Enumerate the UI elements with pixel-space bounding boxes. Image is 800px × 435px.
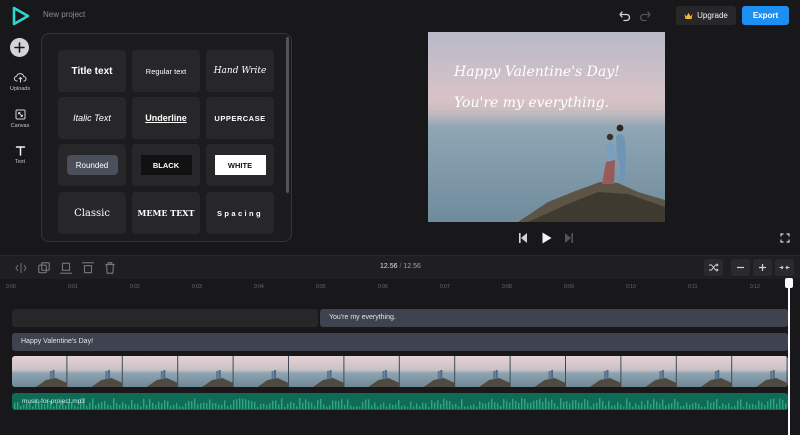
ruler-tick: 0:00 <box>6 284 16 290</box>
ruler-tick: 0:03 <box>192 284 202 290</box>
text-clip-happy-valentines[interactable]: Happy Valentine's Day! <box>12 333 788 351</box>
ruler-tick: 0:02 <box>130 284 140 290</box>
video-preview[interactable]: Happy Valentine's Day! You're my everyth… <box>428 32 665 222</box>
preset-uppercase[interactable]: UPPERCASE <box>206 97 274 139</box>
time-separator: / <box>399 263 402 270</box>
preset-label: WHITE <box>214 155 266 175</box>
upgrade-label: Upgrade <box>697 11 728 20</box>
video-clip[interactable] <box>12 356 788 387</box>
total-time: 12.56 <box>403 263 421 270</box>
video-thumbnails <box>12 356 788 387</box>
ruler-tick: 0:11 <box>688 284 698 290</box>
upload-cloud-icon <box>13 73 27 83</box>
audio-waveform <box>14 398 787 409</box>
project-title[interactable]: New project <box>43 10 85 19</box>
fullscreen-icon[interactable] <box>780 233 790 243</box>
duplicate-icon[interactable] <box>37 261 51 275</box>
align-top-icon[interactable] <box>81 261 95 275</box>
panel-scrollbar[interactable] <box>286 37 289 193</box>
sidebar-item-uploads[interactable]: Uploads <box>2 72 38 92</box>
playhead-handle[interactable] <box>785 278 793 288</box>
canvas-icon <box>15 109 25 120</box>
preset-label: Underline <box>145 113 187 123</box>
preset-spacing[interactable]: Spacing <box>206 192 274 234</box>
playhead[interactable] <box>788 280 790 435</box>
preset-underline[interactable]: Underline <box>132 97 200 139</box>
sidebar-item-label: Text <box>14 159 26 165</box>
zoom-out-button[interactable] <box>731 259 750 276</box>
split-icon[interactable] <box>14 261 28 275</box>
preset-title-text[interactable]: Title text <box>58 50 126 92</box>
time-display: 12.56 / 12.56 <box>380 263 421 270</box>
add-button[interactable] <box>10 38 29 57</box>
ruler-tick: 0:01 <box>68 284 78 290</box>
delete-icon[interactable] <box>103 261 117 275</box>
ruler-tick: 0:12 <box>750 284 760 290</box>
fit-timeline-button[interactable] <box>704 259 723 276</box>
preset-white[interactable]: WHITE <box>206 144 274 186</box>
preset-italic-text[interactable]: Italic Text <box>58 97 126 139</box>
minus-icon <box>737 266 744 269</box>
preset-rounded[interactable]: Rounded <box>58 144 126 186</box>
collapse-button[interactable] <box>775 259 794 276</box>
redo-icon[interactable] <box>638 8 652 22</box>
sidebar-item-label: Canvas <box>10 123 30 129</box>
preview-text-line-2[interactable]: You're my everything. <box>454 95 609 111</box>
preset-label: MEME TEXT <box>137 208 195 218</box>
play-icon[interactable] <box>541 232 552 244</box>
audio-clip[interactable]: music-for-project.mp3 <box>12 393 788 410</box>
ruler-tick: 0:06 <box>378 284 388 290</box>
ruler-tick: 0:05 <box>316 284 326 290</box>
preset-hand-write[interactable]: Hand Write <box>206 50 274 92</box>
skip-forward-icon[interactable] <box>564 232 574 244</box>
preview-image <box>428 32 665 222</box>
timeline-ruler[interactable] <box>0 279 800 299</box>
text-clip-youre-my-everything[interactable]: You're my everything. <box>320 309 788 327</box>
preset-label: UPPERCASE <box>214 113 266 123</box>
ruler-tick: 0:08 <box>502 284 512 290</box>
preview-text-line-1[interactable]: Happy Valentine's Day! <box>454 64 620 80</box>
ruler-tick: 0:07 <box>440 284 450 290</box>
preset-label: Regular text <box>145 66 187 76</box>
sidebar-item-canvas[interactable]: Canvas <box>2 109 38 129</box>
text-track-empty-area[interactable] <box>12 309 318 327</box>
audio-clip-label: music-for-project.mp3 <box>22 398 85 405</box>
plus-icon <box>14 42 25 53</box>
skip-back-icon[interactable] <box>518 232 528 244</box>
preset-regular-text[interactable]: Regular text <box>132 50 200 92</box>
preset-label: BLACK <box>140 155 192 175</box>
current-time: 12.56 <box>380 263 398 270</box>
preset-label: Rounded <box>66 155 118 175</box>
text-presets-panel: Title text Regular text Hand Write Itali… <box>41 33 292 242</box>
upgrade-button[interactable]: Upgrade <box>676 6 736 25</box>
top-bar: New project Upgrade Export <box>0 0 800 32</box>
text-icon <box>15 146 25 156</box>
preset-black[interactable]: BLACK <box>132 144 200 186</box>
undo-icon[interactable] <box>618 8 632 22</box>
shuffle-icon <box>709 263 719 272</box>
preset-classic[interactable]: Classic <box>58 192 126 234</box>
sidebar-item-label: Uploads <box>9 86 31 92</box>
collapse-arrows-icon <box>779 265 790 270</box>
align-bottom-icon[interactable] <box>59 261 73 275</box>
zoom-in-button[interactable] <box>753 259 772 276</box>
sidebar-item-text[interactable]: Text <box>2 145 38 165</box>
preset-label: Classic <box>74 207 110 219</box>
plus-icon <box>759 264 766 271</box>
preset-label: Spacing <box>217 208 263 218</box>
export-button[interactable]: Export <box>742 6 789 25</box>
ruler-tick: 0:04 <box>254 284 264 290</box>
preset-meme-text[interactable]: MEME TEXT <box>132 192 200 234</box>
app-logo-icon[interactable] <box>12 6 30 26</box>
preset-label: Hand Write <box>213 66 267 76</box>
ruler-tick: 0:10 <box>626 284 636 290</box>
preset-label: Title text <box>71 65 113 77</box>
preset-label: Italic Text <box>73 113 111 123</box>
crown-icon <box>684 12 693 19</box>
ruler-tick: 0:09 <box>564 284 574 290</box>
